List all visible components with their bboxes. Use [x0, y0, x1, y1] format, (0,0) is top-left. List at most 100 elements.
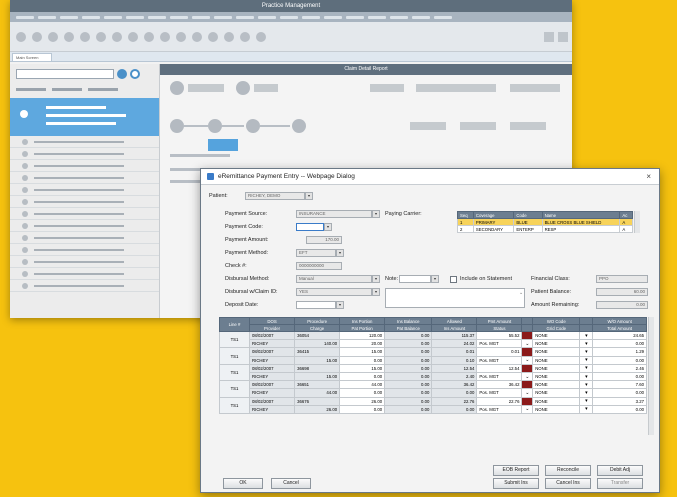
chevron-down-icon[interactable]: ⌄: [521, 404, 534, 414]
grid-row[interactable]: RICHEY 140.00 20.00 0.00 24.02 Pos. MGT ⌄ NONE ▾…: [220, 339, 647, 349]
cancel-ins-button[interactable]: Cancel Ins: [545, 478, 591, 489]
allowed-cell[interactable]: 0.01: [431, 347, 478, 357]
toggle-icon[interactable]: [117, 69, 127, 79]
grid-code-dropdown-icon[interactable]: ▾: [579, 339, 594, 349]
col-status[interactable]: Status: [476, 324, 523, 332]
list-item[interactable]: [10, 208, 159, 220]
grid-code-cell[interactable]: NONE: [532, 371, 581, 382]
wo-code-dropdown-icon[interactable]: ▾: [579, 363, 594, 373]
list-item[interactable]: [10, 256, 159, 268]
pat-portion-cell[interactable]: 0.00: [339, 355, 386, 365]
wo-code-cell[interactable]: NONE: [532, 396, 581, 406]
search-icon[interactable]: [130, 69, 140, 79]
wo-code-cell[interactable]: NONE: [532, 347, 581, 357]
selected-list-item[interactable]: [10, 98, 159, 136]
payment-amount-field[interactable]: 170.00: [306, 236, 342, 244]
disbursal-claim-field[interactable]: YES: [296, 288, 372, 296]
grid-code-cell[interactable]: NONE: [532, 388, 581, 398]
toolbar-square-icon[interactable]: [558, 32, 568, 42]
col-pat-balance[interactable]: Pat Balance: [384, 324, 433, 332]
note-field[interactable]: [399, 275, 431, 283]
allowed-cell[interactable]: 22.76: [431, 396, 478, 406]
wo-amount-cell[interactable]: 2.46: [592, 363, 647, 373]
wo-code-cell[interactable]: NONE: [532, 380, 581, 390]
list-item[interactable]: [10, 268, 159, 280]
toolbar-icon[interactable]: [224, 31, 234, 42]
payment-code-dropdown[interactable]: ▾: [324, 223, 332, 231]
submit-ins-button[interactable]: Submit Ins: [493, 478, 539, 489]
col-pat-portion[interactable]: Pat Portion: [339, 324, 386, 332]
note-scroll-icon[interactable]: ⌄: [519, 290, 523, 296]
pmt-amount-cell[interactable]: 22.76: [476, 396, 523, 406]
toolbar-icon[interactable]: [128, 31, 138, 42]
carrier-col-coverage[interactable]: Coverage: [472, 211, 515, 219]
toolbar-icon[interactable]: [144, 31, 154, 42]
toolbar-icon[interactable]: [256, 31, 266, 42]
allowed-cell[interactable]: 115.37: [431, 330, 478, 341]
grid-code-dropdown-icon[interactable]: ▾: [579, 355, 594, 365]
grid-row[interactable]: TS1 08/02/2007 36415 15.00 0.00 0.01 0.01 NONE ▾…: [218, 347, 647, 365]
toolbar-icon[interactable]: [112, 31, 122, 42]
ins-portion-cell[interactable]: 15.00: [339, 347, 386, 357]
toolbar-icon[interactable]: [96, 31, 106, 42]
note-textarea[interactable]: [385, 288, 525, 308]
chevron-down-icon[interactable]: ⌄: [521, 371, 534, 382]
grid-code-dropdown-icon[interactable]: ▾: [579, 404, 594, 414]
grid-row[interactable]: TS1 08/02/2007 36054 120.00 0.00 115.37 55.52 N…: [218, 330, 647, 349]
list-item[interactable]: [10, 184, 159, 196]
ins-portion-cell[interactable]: 15.00: [339, 363, 386, 373]
carrier-row[interactable]: 2 SECONDARY ENTERP RESP A: [457, 225, 633, 233]
tab-main-screen[interactable]: Main Screen: [12, 53, 52, 61]
toolbar-square-icon[interactable]: [544, 32, 554, 42]
carrier-col-seq[interactable]: Seq: [457, 211, 474, 219]
carrier-col-name[interactable]: Name: [541, 211, 621, 219]
debit-adj-button[interactable]: Debit Adj: [597, 465, 643, 476]
pmt-amount-cell[interactable]: 12.54: [476, 363, 523, 373]
pat-portion-cell[interactable]: 0.00: [339, 404, 386, 414]
workflow-active-step[interactable]: [208, 139, 238, 151]
grid-row[interactable]: RICHEY 44.00 0.00 0.00 0.00 Pos. MGT ⌄ NONE ▾ 0.0…: [220, 388, 647, 398]
ins-portion-cell[interactable]: 120.00: [339, 330, 386, 341]
grid-row[interactable]: TS1 08/02/2007 36651 44.00 0.00 36.42 36.42 NON…: [218, 380, 647, 398]
carrier-row[interactable]: 1 PRIMARY BLUE BLUE CROSS BLUE SHIELD A: [457, 218, 633, 226]
grid-row[interactable]: RICHEY 15.00 0.00 0.00 2.40 Pos. MGT ⌄ NONE ▾ 0.0…: [220, 371, 647, 382]
list-item[interactable]: [10, 160, 159, 172]
grid-row[interactable]: TS1 08/02/2007 36676 26.00 0.00 22.76 22.76 NON…: [218, 396, 647, 414]
payment-source-field[interactable]: INSURANCE: [296, 210, 372, 218]
pat-portion-cell[interactable]: 0.00: [339, 371, 386, 382]
list-item[interactable]: [10, 232, 159, 244]
col-ins-amount[interactable]: Ins Amount: [431, 324, 478, 332]
chevron-down-icon[interactable]: ⌄: [521, 388, 534, 398]
col-provider[interactable]: Provider: [249, 324, 296, 332]
pat-portion-cell[interactable]: 20.00: [339, 339, 386, 349]
reconcile-button[interactable]: Reconcile: [545, 465, 591, 476]
ins-portion-cell[interactable]: 44.00: [339, 380, 386, 390]
wo-code-cell[interactable]: NONE: [532, 330, 581, 341]
grid-code-cell[interactable]: NONE: [532, 404, 581, 414]
grid-scrollbar[interactable]: [648, 317, 654, 435]
toolbar-icon[interactable]: [192, 31, 202, 42]
pat-portion-cell[interactable]: 0.00: [339, 388, 386, 398]
chevron-down-icon[interactable]: ⌄: [521, 355, 534, 365]
grid-code-dropdown-icon[interactable]: ▾: [579, 388, 594, 398]
toolbar-icon[interactable]: [176, 31, 186, 42]
toolbar-icon[interactable]: [32, 31, 42, 42]
col-pmt-amount[interactable]: Pmt Amount: [476, 317, 523, 325]
pmt-amount-cell[interactable]: 55.52: [476, 330, 523, 341]
ins-portion-cell[interactable]: 26.00: [339, 396, 386, 406]
ok-button[interactable]: OK: [223, 478, 263, 489]
col-ins-portion[interactable]: Ins Portion: [339, 317, 386, 325]
deposit-date-field[interactable]: [296, 301, 336, 309]
wo-amount-cell[interactable]: 3.27: [592, 396, 647, 406]
payment-code-field[interactable]: [296, 223, 324, 231]
search-input[interactable]: [16, 69, 114, 79]
toolbar-icon[interactable]: [208, 31, 218, 42]
wo-code-dropdown-icon[interactable]: ▾: [579, 330, 594, 341]
wo-code-cell[interactable]: NONE: [532, 363, 581, 373]
col-grid-code[interactable]: Grid Code: [532, 324, 581, 332]
col-procedure[interactable]: Procedure: [294, 317, 341, 325]
chevron-down-icon[interactable]: ⌄: [521, 339, 534, 349]
list-item[interactable]: [10, 220, 159, 232]
toolbar-icon[interactable]: [240, 31, 250, 42]
wo-code-dropdown-icon[interactable]: ▾: [579, 396, 594, 406]
